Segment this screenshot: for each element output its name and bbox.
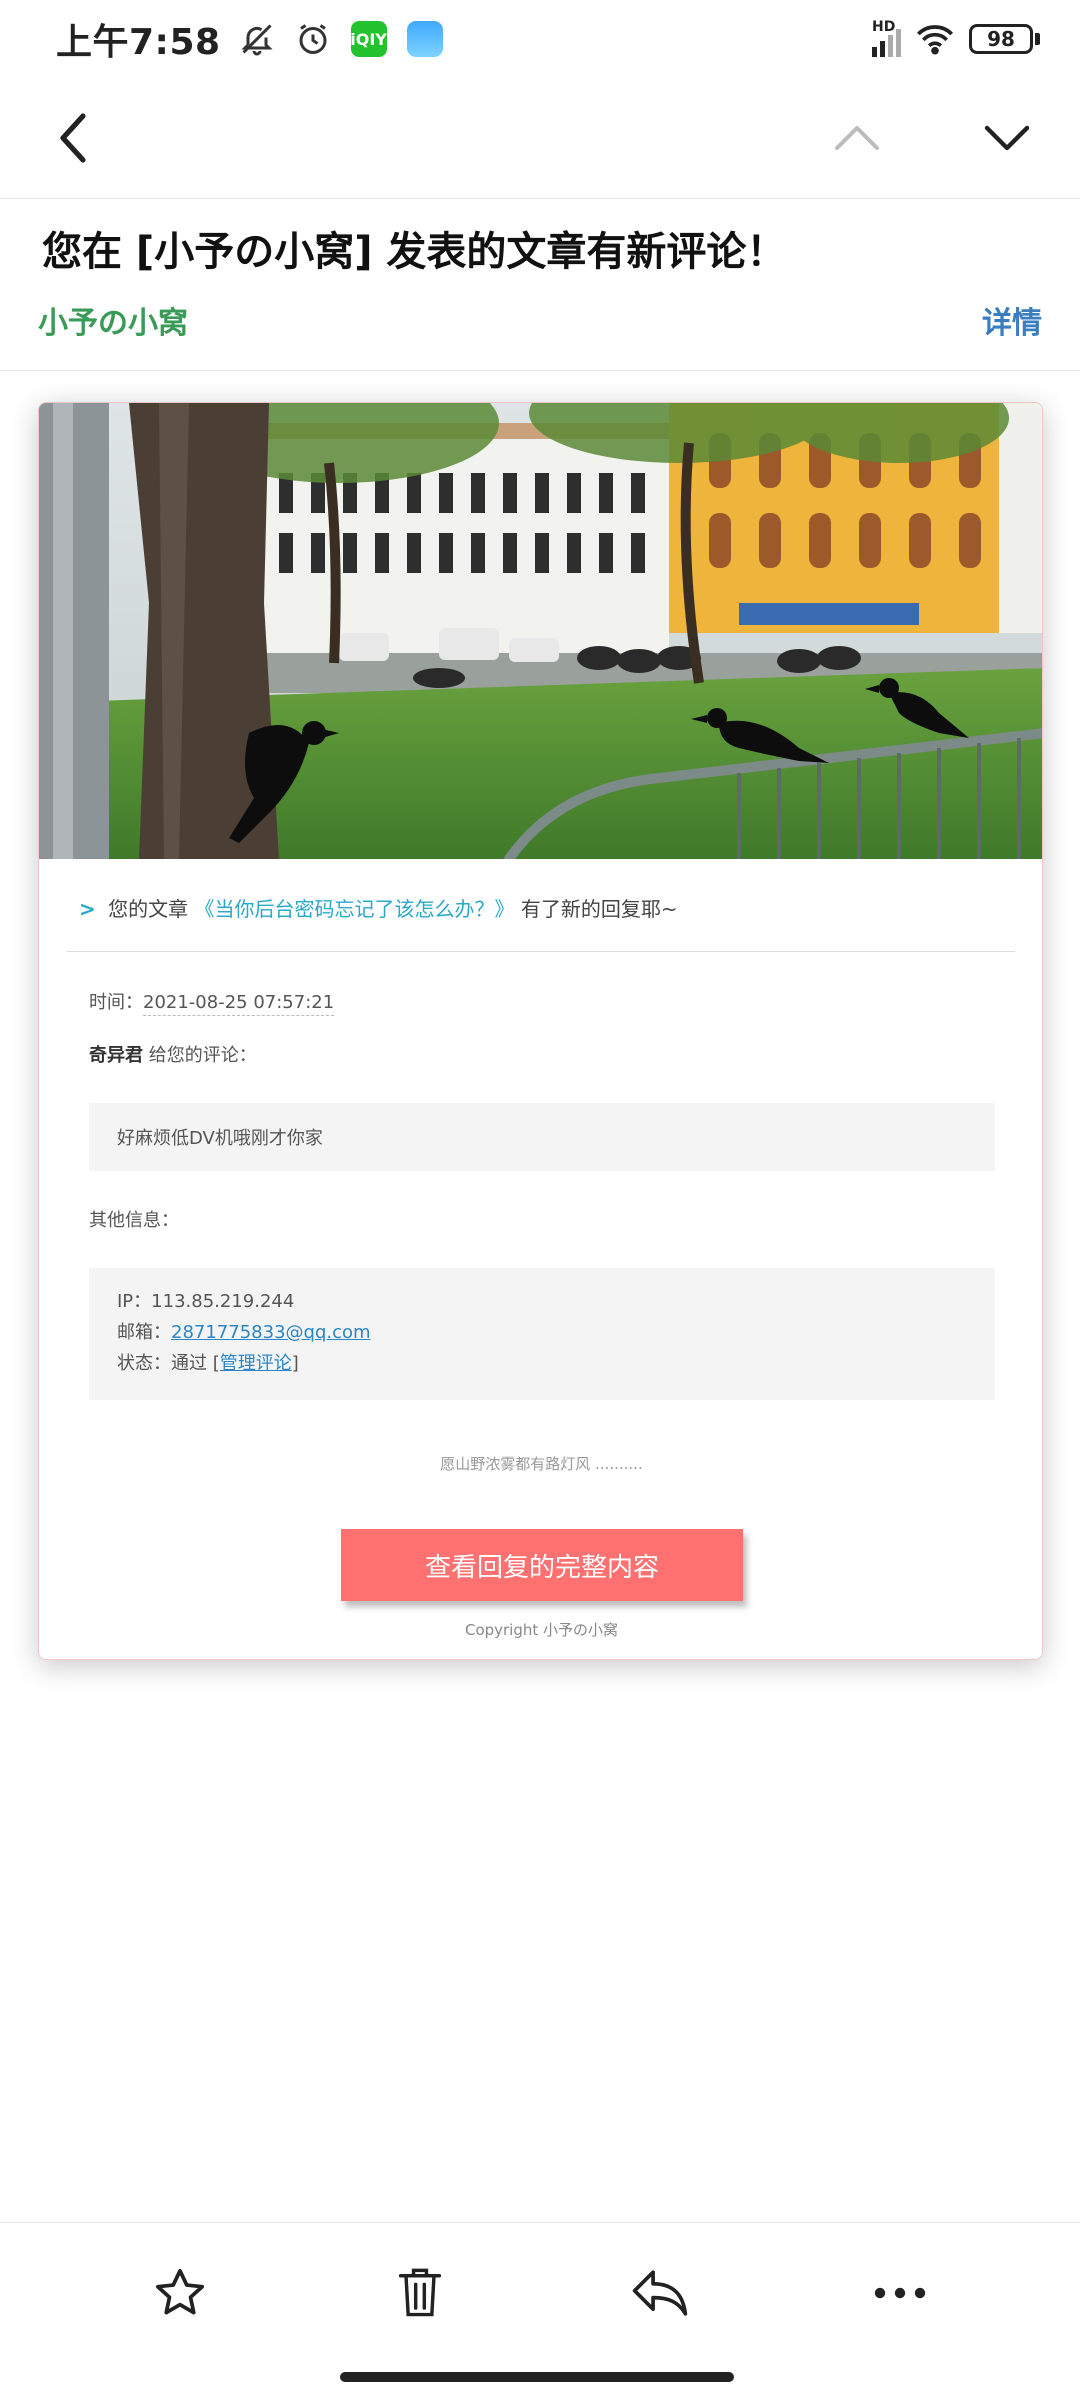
chevron-up-icon (835, 126, 879, 150)
comment-time: 时间：2021-08-25 07:57:21 (89, 988, 335, 1016)
time-value: 2021-08-25 07:57:21 (143, 992, 335, 1016)
mail-subject: 您在 [小予の小窝] 发表的文章有新评论！ (42, 229, 787, 275)
commenter-line: 奇异君 给您的评论： (89, 1041, 257, 1067)
article-link[interactable]: 《当你后台密码忘记了该怎么办？》 (194, 897, 514, 921)
wifi-icon (915, 19, 955, 59)
other-info-label: 其他信息： (89, 1210, 179, 1231)
hero-image (39, 403, 1042, 859)
back-button[interactable] (38, 103, 108, 173)
status-time: 上午7:58 (56, 22, 221, 63)
email-link[interactable]: 2871775833@qq.com (171, 1322, 371, 1343)
weather-app-icon (405, 19, 445, 59)
status-suffix: ] (291, 1353, 299, 1374)
info-box: IP：113.85.219.244 邮箱：2871775833@qq.com 状… (89, 1268, 995, 1400)
trash-icon (398, 2268, 442, 2316)
battery-level: 98 (969, 24, 1033, 54)
ip-label: IP： (117, 1291, 152, 1312)
delete-button[interactable] (380, 2253, 460, 2333)
more-icon (874, 2287, 926, 2298)
view-full-reply-button[interactable]: 查看回复的完整内容 (341, 1529, 743, 1601)
time-label: 时间： (89, 992, 143, 1013)
nav-right (822, 103, 1042, 173)
status-bar: 上午7:58 iQIY HD 98 (0, 0, 1080, 78)
bottom-toolbar (0, 2222, 1080, 2362)
copyright: Copyright 小予の小窝 (464, 1621, 619, 1639)
reply-icon (632, 2269, 688, 2316)
details-link[interactable]: 详情 (982, 298, 1042, 342)
email-card: > 您的文章 《当你后台密码忘记了该怎么办？》 有了新的回复耶~ 时间：2021… (38, 402, 1043, 1660)
email-row: 邮箱：2871775833@qq.com (117, 1317, 967, 1348)
intro-arrow: > (79, 897, 96, 921)
header-divider (0, 370, 1080, 371)
card-intro: > 您的文章 《当你后台密码忘记了该怎么办？》 有了新的回复耶~ (79, 893, 678, 922)
iqiyi-app-icon: iQIY (349, 19, 389, 59)
star-button[interactable] (140, 2253, 220, 2333)
battery-icon: 98 (969, 24, 1040, 54)
commenter-suffix: 给您的评论： (143, 1045, 257, 1066)
alarm-clock-icon (293, 19, 333, 59)
status-label: 状态：通过 [ (117, 1353, 220, 1374)
email-label: 邮箱： (117, 1322, 171, 1343)
comment-box: 好麻烦低DV机哦刚才你家 (89, 1103, 995, 1171)
status-left: 上午7:58 iQIY (56, 13, 445, 65)
sender-row: 小予の小窝 详情 (38, 298, 1042, 342)
network-label: HD (872, 19, 896, 35)
ip-value: 113.85.219.244 (151, 1291, 295, 1312)
top-nav (0, 78, 1080, 198)
signal-icon: HD (872, 19, 901, 57)
chevron-left-icon (60, 113, 86, 163)
ip-row: IP：113.85.219.244 (117, 1286, 967, 1317)
next-mail-button[interactable] (972, 103, 1042, 173)
intro-prefix: 您的文章 (108, 897, 189, 921)
intro-suffix: 有了新的回复耶~ (520, 897, 678, 921)
manage-comment-link[interactable]: 管理评论 (220, 1353, 292, 1374)
nav-divider (0, 198, 1080, 199)
mute-bell-icon (237, 19, 277, 59)
more-button[interactable] (860, 2253, 940, 2333)
home-indicator[interactable] (340, 2372, 734, 2382)
card-divider (67, 951, 1015, 952)
star-icon (155, 2268, 205, 2314)
commenter-name: 奇异君 (89, 1045, 143, 1066)
footer-quote: 愿山野浓雾都有路灯风 .......... (440, 1455, 643, 1473)
sender-name[interactable]: 小予の小窝 (38, 298, 188, 342)
status-right: HD 98 (872, 19, 1040, 59)
previous-mail-button[interactable] (822, 103, 892, 173)
iqiyi-badge: iQIY (350, 21, 387, 57)
reply-button[interactable] (620, 2253, 700, 2333)
chevron-down-icon (984, 125, 1030, 151)
status-row: 状态：通过 [管理评论] (117, 1348, 967, 1379)
comment-text: 好麻烦低DV机哦刚才你家 (117, 1128, 323, 1149)
